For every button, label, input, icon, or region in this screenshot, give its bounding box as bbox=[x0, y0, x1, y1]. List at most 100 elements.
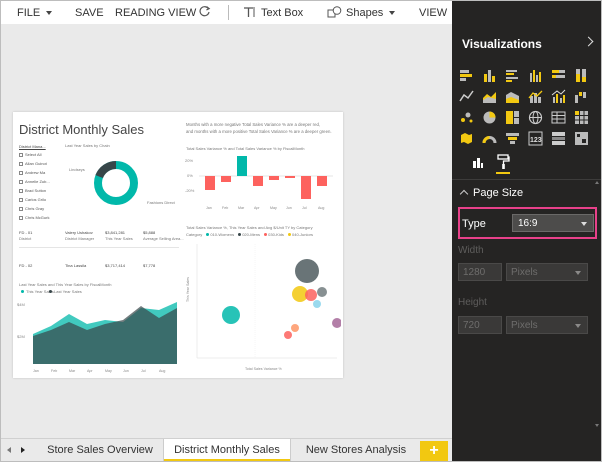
view-menu-label: VIEW bbox=[419, 7, 448, 19]
column-bar bbox=[237, 156, 247, 176]
bubble-legend: Category 010-Womens 020-Mens 030-Kids 04… bbox=[186, 232, 313, 237]
x-tick-label: May bbox=[105, 369, 112, 373]
tab-district-monthly-sales[interactable]: District Monthly Sales bbox=[163, 439, 291, 461]
clustered-column-chart-icon[interactable] bbox=[528, 68, 543, 83]
x-tick-label: Jan bbox=[206, 206, 212, 210]
sales-area-chart[interactable]: $4M $2M Jan Feb Mar Apr May Jun Jul Aug bbox=[17, 296, 183, 376]
x-tick-label: Aug bbox=[318, 206, 324, 210]
donut-slice-lindseys bbox=[95, 161, 117, 179]
add-page-button[interactable]: + bbox=[420, 441, 448, 461]
multi-row-card-icon[interactable] bbox=[551, 131, 566, 146]
line-and-clustered-column-icon[interactable] bbox=[551, 89, 566, 104]
file-menu[interactable]: FILE bbox=[17, 6, 53, 20]
bubble-point bbox=[332, 318, 341, 328]
chevron-down-icon bbox=[575, 324, 581, 328]
percent-bar-chart-icon[interactable] bbox=[551, 68, 566, 83]
treemap-icon[interactable] bbox=[505, 110, 520, 125]
line-chart-icon[interactable] bbox=[459, 89, 474, 104]
shapes-icon bbox=[327, 6, 342, 18]
report-title: District Monthly Sales bbox=[19, 122, 144, 137]
category-bubble-chart[interactable]: This Year Sales Total Sales Variance % bbox=[185, 240, 341, 376]
slicer-item[interactable]: Carlos Grilo bbox=[19, 197, 46, 202]
refresh-icon[interactable] bbox=[199, 4, 211, 18]
stacked-area-chart-icon[interactable] bbox=[505, 89, 520, 104]
card-sales-caption: This Year Sales bbox=[105, 236, 133, 241]
slicer-item[interactable]: Select All bbox=[19, 152, 41, 157]
stacked-column-chart-icon[interactable] bbox=[482, 68, 497, 83]
active-tab-indicator bbox=[496, 172, 510, 174]
pane-title: Visualizations bbox=[462, 37, 542, 51]
variance-column-chart[interactable]: 20% 0% -20% Jan Feb Mar Apr May Jun Jul … bbox=[185, 152, 335, 214]
column-bar bbox=[253, 176, 263, 186]
scatter-chart-icon[interactable] bbox=[459, 110, 474, 125]
slicer-item[interactable]: Annelie Zub... bbox=[19, 179, 50, 184]
pane-scrollbar[interactable] bbox=[594, 179, 600, 429]
donut-chart[interactable] bbox=[91, 158, 141, 208]
tab-new-stores-analysis[interactable]: New Stores Analysis bbox=[297, 439, 415, 461]
slicer-item[interactable]: Chris McGurk bbox=[19, 215, 49, 220]
reading-view-button[interactable]: READING VIEW bbox=[115, 6, 196, 20]
area-chart-icon[interactable] bbox=[482, 89, 497, 104]
card-sales: $3,841,281 bbox=[105, 230, 126, 235]
x-tick-label: Jul bbox=[302, 206, 307, 210]
slicer-item[interactable]: Chris Gray bbox=[19, 206, 44, 211]
funnel-chart-icon[interactable] bbox=[505, 131, 520, 146]
donut-title: Last Year Sales by Chain bbox=[65, 143, 110, 148]
tab-store-sales-overview[interactable]: Store Sales Overview bbox=[37, 439, 163, 461]
height-label: Height bbox=[458, 297, 487, 308]
y-tick-label: 0% bbox=[187, 173, 193, 178]
stacked-bar-chart-icon[interactable] bbox=[459, 68, 474, 83]
page-size-label: Page Size bbox=[473, 187, 524, 199]
scroll-tabs-left-icon[interactable] bbox=[7, 447, 11, 453]
area-chart-title: Last Year Sales and This Year Sales by F… bbox=[19, 282, 112, 287]
clustered-bar-chart-icon[interactable] bbox=[505, 68, 520, 83]
pie-chart-icon[interactable] bbox=[482, 110, 497, 125]
x-tick-label: Jun bbox=[286, 206, 292, 210]
width-unit-dropdown[interactable]: Pixels bbox=[506, 263, 588, 281]
x-tick-label: Jun bbox=[123, 369, 129, 373]
text-box-button[interactable]: Text Box bbox=[243, 6, 303, 20]
y-tick-label: -20% bbox=[185, 188, 195, 193]
slicer-item[interactable]: Brad Sutton bbox=[19, 188, 46, 193]
scroll-tabs-right-icon[interactable] bbox=[21, 447, 25, 453]
table-visual-icon[interactable] bbox=[551, 110, 566, 125]
line-and-column-chart-icon[interactable] bbox=[528, 89, 543, 104]
slicer-item[interactable]: Andrew Ma bbox=[19, 170, 45, 175]
text-box-icon bbox=[244, 7, 255, 17]
intro-text-line: Months with a more negative Total Sales … bbox=[186, 122, 321, 127]
fields-tab-icon[interactable] bbox=[472, 157, 484, 169]
globe-map-icon[interactable] bbox=[528, 110, 543, 125]
chevron-down-icon bbox=[581, 222, 587, 226]
kpi-visual-icon[interactable] bbox=[574, 131, 589, 146]
chevron-up-icon bbox=[459, 189, 469, 199]
height-unit-dropdown[interactable]: Pixels bbox=[506, 316, 588, 334]
toolbar-divider bbox=[228, 5, 229, 20]
shapes-button[interactable]: Shapes bbox=[327, 6, 396, 20]
filled-map-icon[interactable] bbox=[459, 131, 474, 146]
gauge-icon[interactable] bbox=[482, 131, 497, 146]
percent-column-chart-icon[interactable] bbox=[574, 68, 589, 83]
donut-label: Lindseys bbox=[69, 167, 85, 172]
page-size-type-dropdown[interactable]: 16:9 bbox=[512, 214, 594, 232]
report-page[interactable]: District Monthly Sales Months with a mor… bbox=[13, 112, 343, 378]
waterfall-chart-icon[interactable] bbox=[574, 89, 589, 104]
matrix-visual-icon[interactable] bbox=[574, 110, 589, 125]
card-divider bbox=[19, 247, 179, 248]
x-tick-label: Feb bbox=[51, 369, 57, 373]
y-tick-label: $2M bbox=[17, 334, 25, 339]
card-manager: Valery Ushakov bbox=[65, 230, 93, 235]
save-button[interactable]: SAVE bbox=[75, 6, 104, 20]
paint-roller-icon[interactable] bbox=[497, 154, 510, 170]
card-avg: $7,778 bbox=[143, 263, 156, 268]
page-size-section-header[interactable]: Page Size bbox=[458, 187, 523, 199]
bubble-point bbox=[305, 289, 317, 301]
collapse-pane-icon[interactable] bbox=[583, 36, 594, 47]
card-avg-caption: Average Selling Area... bbox=[143, 236, 184, 241]
file-menu-label: FILE bbox=[17, 7, 41, 19]
pane-divider bbox=[452, 179, 601, 180]
bubble-point bbox=[222, 306, 240, 324]
width-input[interactable]: 1280 bbox=[458, 263, 502, 281]
card-visual-icon[interactable]: 123 bbox=[528, 131, 543, 146]
height-input[interactable]: 720 bbox=[458, 316, 502, 334]
slicer-item[interactable]: Allan Guinot bbox=[19, 161, 47, 166]
